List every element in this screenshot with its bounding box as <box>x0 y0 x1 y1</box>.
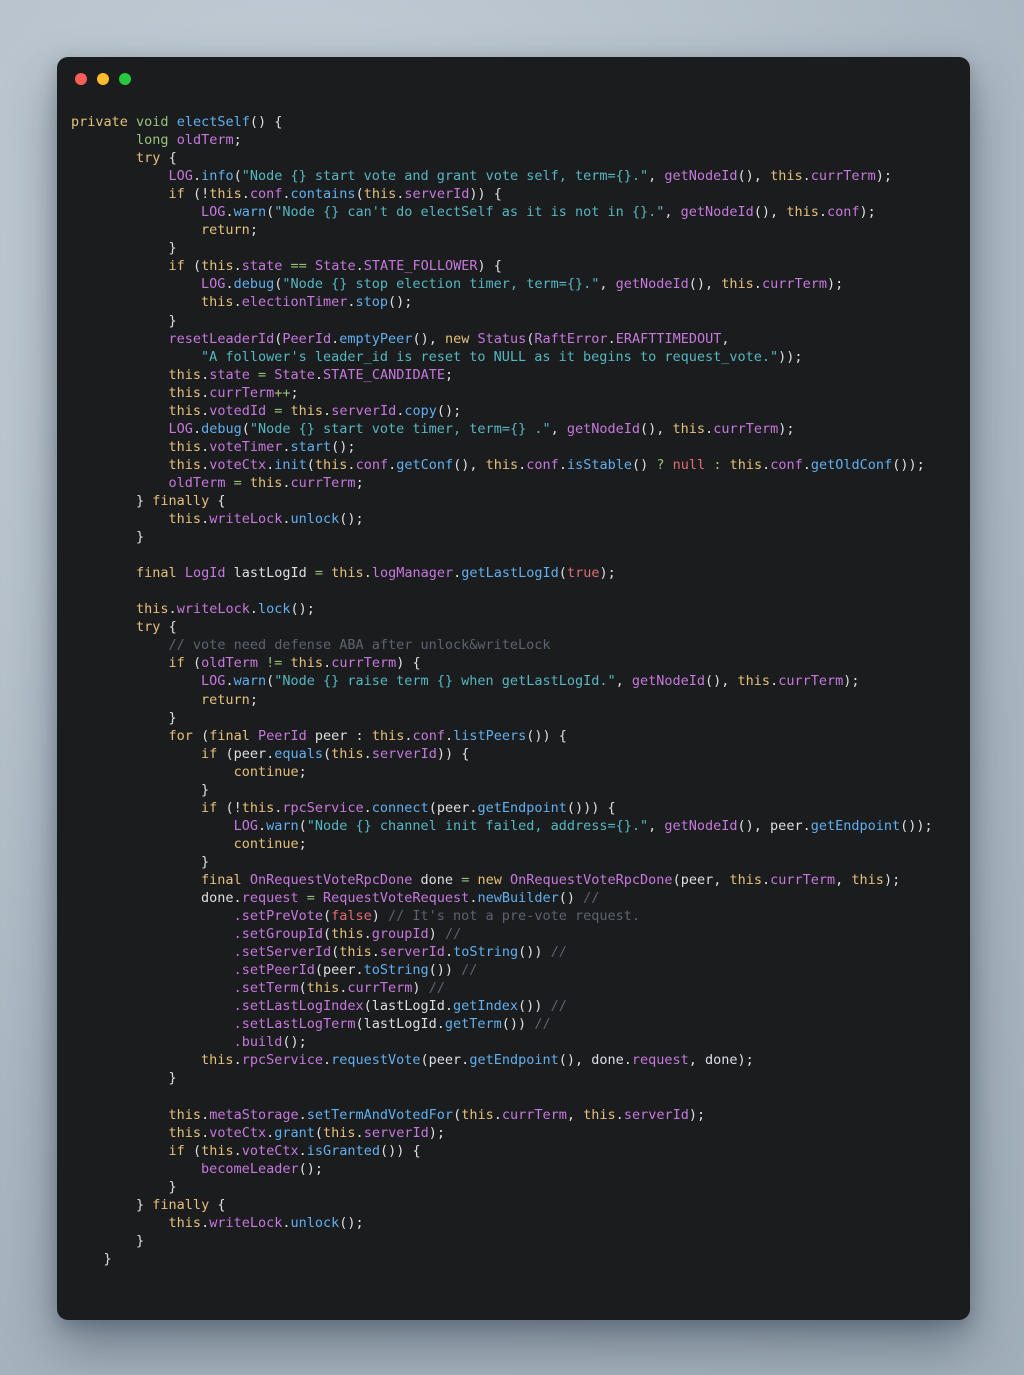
maximize-button-icon[interactable] <box>119 73 131 85</box>
code-window: private void electSelf() { long oldTerm;… <box>57 57 970 1320</box>
minimize-button-icon[interactable] <box>97 73 109 85</box>
close-button-icon[interactable] <box>75 73 87 85</box>
desktop-background: private void electSelf() { long oldTerm;… <box>0 0 1024 1375</box>
window-titlebar[interactable] <box>57 57 970 101</box>
source-code-block: private void electSelf() { long oldTerm;… <box>71 114 933 1267</box>
code-editor-area[interactable]: private void electSelf() { long oldTerm;… <box>57 101 970 1284</box>
